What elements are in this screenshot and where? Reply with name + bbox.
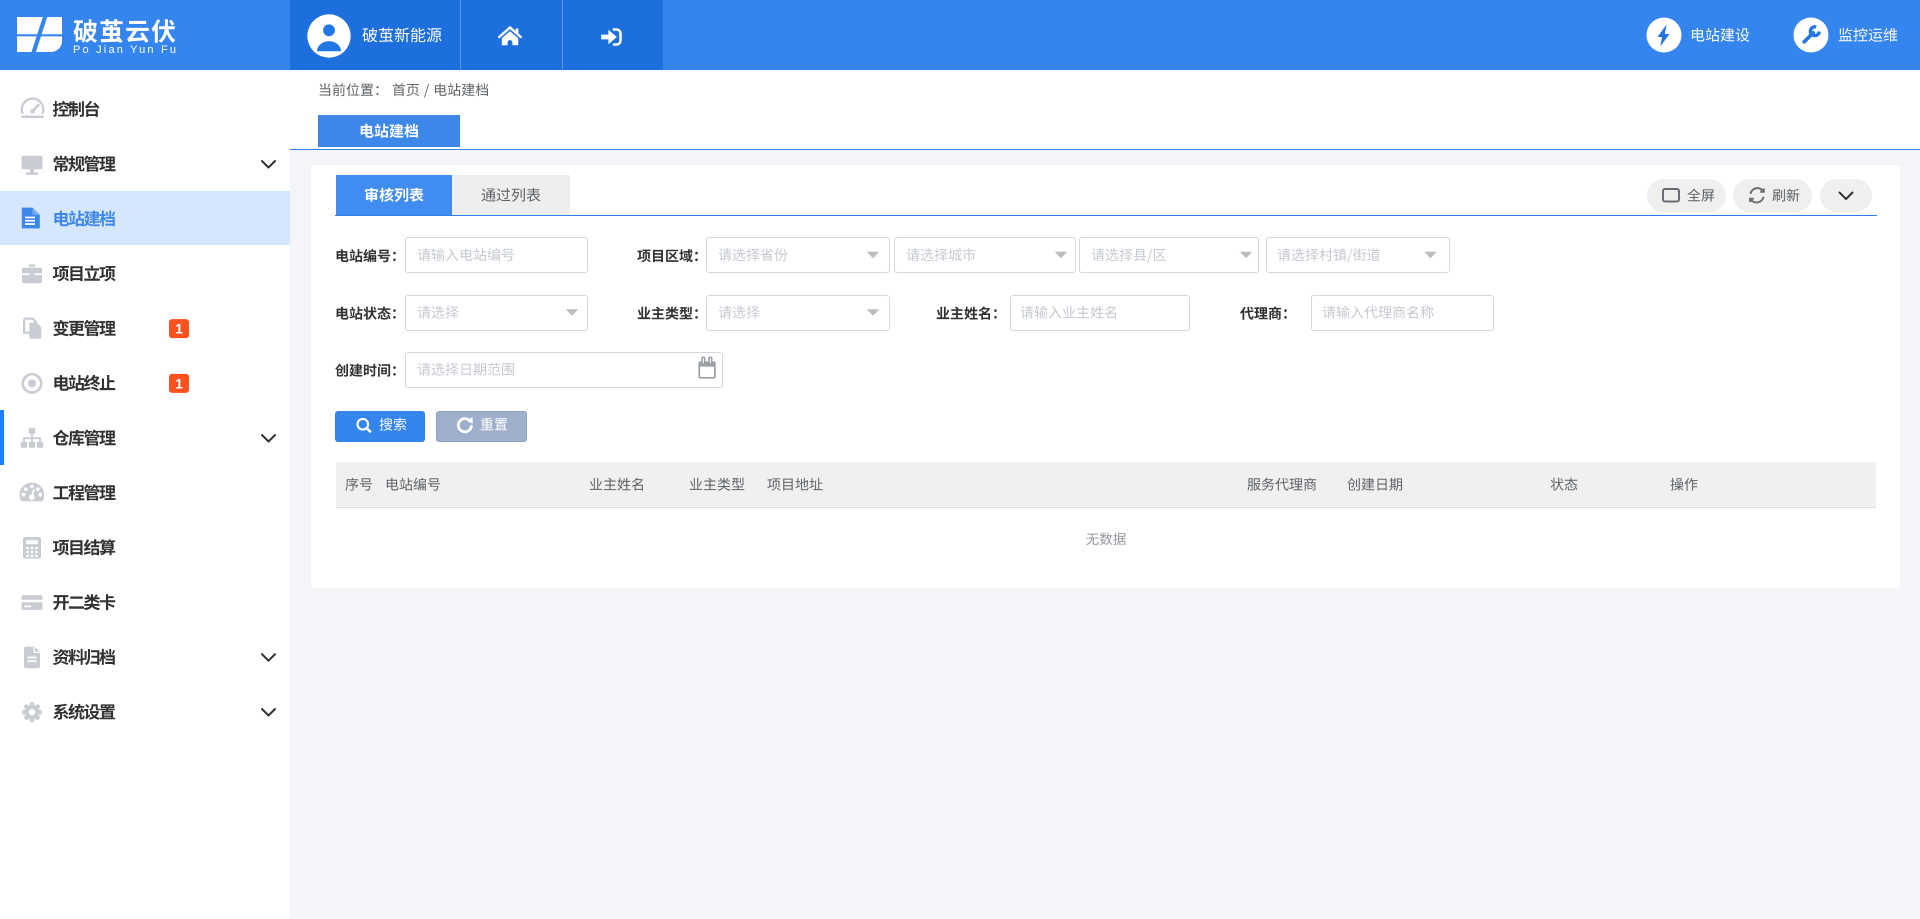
svg-text:1: 1 — [175, 321, 183, 337]
svg-text:1: 1 — [175, 375, 183, 391]
svg-text:Po Jian Yun Fu: Po Jian Yun Fu — [73, 44, 178, 56]
